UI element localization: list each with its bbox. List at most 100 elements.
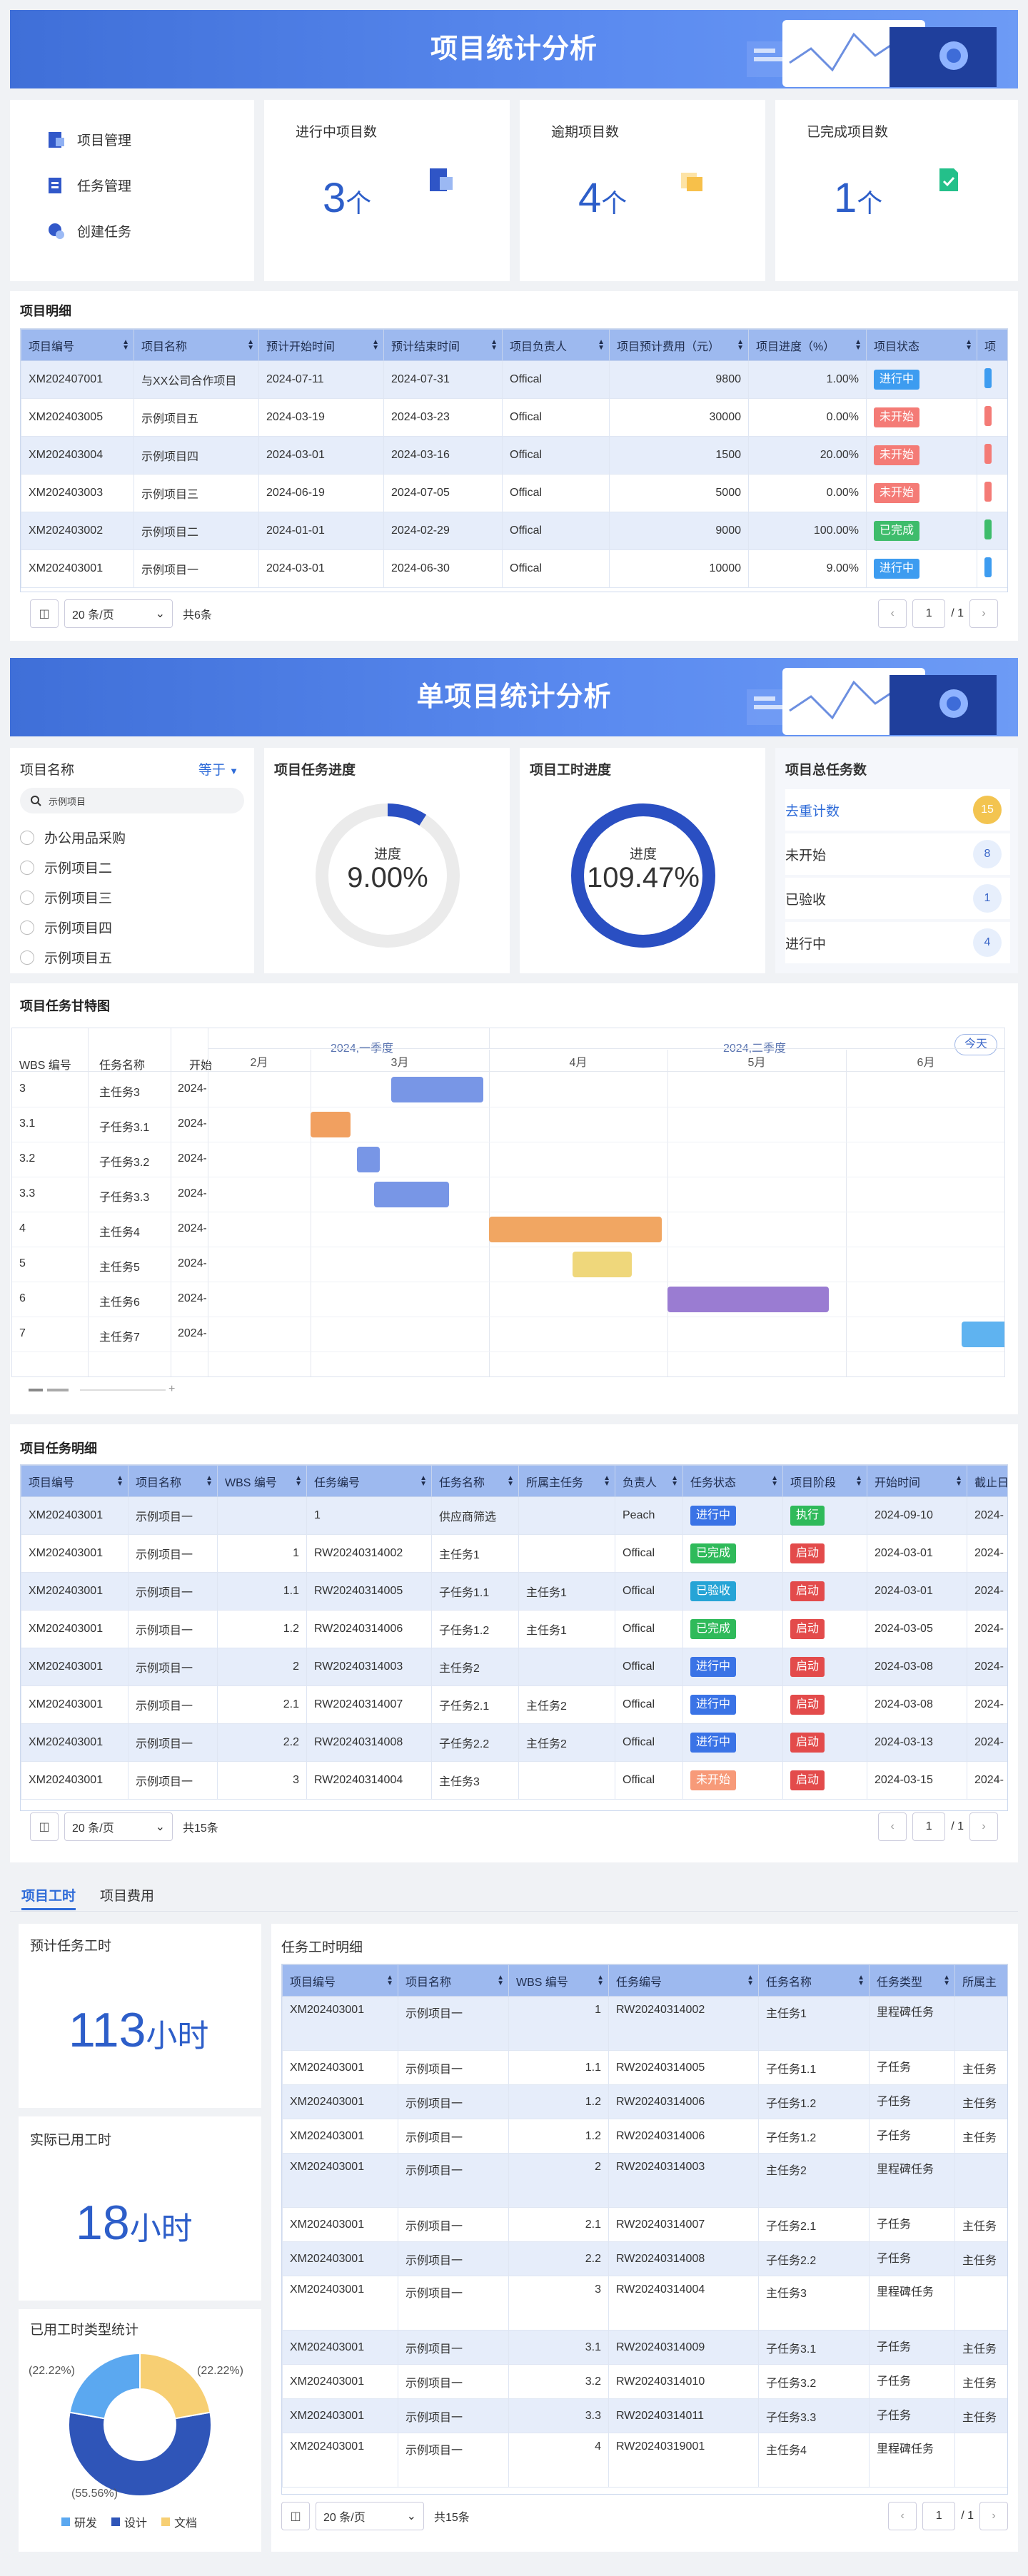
sort-icon[interactable]: ▲ ▼ xyxy=(507,1475,514,1488)
column-header[interactable]: 开始时间 ▲ ▼ xyxy=(867,1465,967,1497)
column-header[interactable]: 负责人 ▲ ▼ xyxy=(615,1465,683,1497)
table-row[interactable]: XM202403001 示例项目一 2024-03-01 2024-06-30 Offi… xyxy=(21,549,1007,588)
sort-icon[interactable]: ▲ ▼ xyxy=(497,1974,504,1987)
column-header[interactable]: 任务名称 ▲ ▼ xyxy=(758,1964,870,1997)
table-row[interactable]: XM202403001 示例项目一 2 RW20240314003 主任务2 里程碑任务 xyxy=(282,2153,1007,2208)
next-page-button[interactable]: › xyxy=(969,1812,998,1841)
sort-icon[interactable]: ▲ ▼ xyxy=(247,339,254,352)
sort-icon[interactable]: ▲ ▼ xyxy=(737,339,744,352)
next-page-button[interactable]: › xyxy=(969,599,998,628)
menu-item-project-management[interactable]: 项目管理 xyxy=(47,130,131,149)
table-row[interactable]: XM202403001 示例项目一 4 RW20240319001 主任务4 里程碑任务 xyxy=(282,2433,1007,2488)
page-size-select[interactable]: 20 条/页 ⌄ xyxy=(64,599,173,628)
gantt-bar[interactable] xyxy=(356,1147,380,1172)
table-row[interactable]: XM202403001 示例项目一 3 RW20240314004 主任务3 Offica… xyxy=(21,1761,1007,1800)
table-row[interactable]: XM202403001 示例项目一 1 RW20240314002 主任务1 里程碑任务 xyxy=(282,1996,1007,2051)
table-row[interactable]: XM202403004 示例项目四 2024-03-01 2024-03-16 Offi… xyxy=(21,436,1007,475)
menu-item-create-task[interactable]: 创建任务 xyxy=(47,221,131,240)
column-header[interactable]: 项目负责人 ▲ ▼ xyxy=(502,329,610,361)
sort-icon[interactable]: ▲ ▼ xyxy=(386,1974,393,1987)
table-row[interactable]: XM202403003 示例项目三 2024-06-19 2024-07-05 Offi… xyxy=(21,474,1007,512)
sort-icon[interactable]: ▲ ▼ xyxy=(747,1974,754,1987)
table-row[interactable]: XM202403001 示例项目一 1.2 RW20240314006 子任务1.2 主任… xyxy=(21,1610,1007,1648)
sort-icon[interactable]: ▲ ▼ xyxy=(420,1475,427,1488)
column-header[interactable]: 截止日 xyxy=(967,1465,1007,1497)
table-row[interactable]: XM202403001 示例项目一 1.1 RW20240314005 子任务1.1 主任… xyxy=(21,1572,1007,1611)
sort-icon[interactable]: ▲ ▼ xyxy=(855,339,862,352)
project-option[interactable]: 示例项目三 xyxy=(20,888,112,907)
column-header[interactable]: 项目名称 ▲ ▼ xyxy=(133,329,259,361)
sort-icon[interactable]: ▲ ▼ xyxy=(603,1475,610,1488)
column-header[interactable]: 项目预计费用（元） ▲ ▼ xyxy=(609,329,749,361)
prev-page-button[interactable]: ‹ xyxy=(888,2502,917,2530)
table-row[interactable]: XM202403001 示例项目一 1 RW20240314002 主任务1 Offica… xyxy=(21,1534,1007,1573)
project-option[interactable]: 示例项目四 xyxy=(20,918,112,937)
gantt-bar[interactable] xyxy=(667,1287,829,1312)
table-row[interactable]: XM202403001 示例项目一 1.1 RW20240314005 子任务1.1 子任… xyxy=(282,2050,1007,2085)
table-row[interactable]: XM202403001 示例项目一 1.2 RW20240314006 子任务1.2 子任… xyxy=(282,2084,1007,2119)
filter-operator-select[interactable]: 等于 ▼ xyxy=(198,759,238,779)
table-row[interactable]: XM202403001 示例项目一 1.2 RW20240314006 子任务1.2 子任… xyxy=(282,2119,1007,2154)
table-row[interactable]: XM202407001 与XX公司合作项目 2024-07-11 2024-07-31… xyxy=(21,360,1007,399)
tab-project-cost[interactable]: 项目费用 xyxy=(100,1885,154,1905)
gantt-bar[interactable] xyxy=(489,1217,662,1242)
table-row[interactable]: XM202403001 示例项目一 3.3 RW20240314011 子任务3.3 子任… xyxy=(282,2398,1007,2433)
sort-icon[interactable]: ▲ ▼ xyxy=(206,1475,213,1488)
gantt-bar[interactable] xyxy=(572,1252,632,1277)
sort-icon[interactable]: ▲ ▼ xyxy=(597,1974,604,1987)
table-row[interactable]: XM202403001 示例项目一 2.2 RW20240314008 子任务2.2 主任… xyxy=(21,1723,1007,1762)
sort-icon[interactable]: ▲ ▼ xyxy=(598,339,605,352)
sort-icon[interactable]: ▲ ▼ xyxy=(671,1475,678,1488)
column-toggle-button[interactable]: ◫ xyxy=(30,1812,59,1841)
menu-item-task-management[interactable]: 任务管理 xyxy=(47,176,131,195)
gantt-bar[interactable] xyxy=(962,1322,1004,1347)
gantt-bar[interactable] xyxy=(390,1077,483,1102)
pie-slice-design[interactable] xyxy=(68,2411,212,2497)
prev-page-button[interactable]: ‹ xyxy=(878,1812,907,1841)
table-row[interactable]: XM202403001 示例项目一 2.1 RW20240314007 子任务2.1 子任… xyxy=(282,2207,1007,2242)
column-header[interactable]: 任务编号 ▲ ▼ xyxy=(306,1465,432,1497)
sort-icon[interactable]: ▲ ▼ xyxy=(943,1974,950,1987)
gantt-scrollbar[interactable]: + xyxy=(29,1383,175,1395)
next-page-button[interactable]: › xyxy=(979,2502,1008,2530)
table-row[interactable]: XM202403001 示例项目一 2.2 RW20240314008 子任务2.2 子任… xyxy=(282,2241,1007,2276)
page-size-select[interactable]: 20 条/页 ⌄ xyxy=(316,2502,424,2530)
column-header[interactable]: 预计结束时间 ▲ ▼ xyxy=(383,329,503,361)
table-row[interactable]: XM202403001 示例项目一 3 RW20240314004 主任务3 里程碑任务 xyxy=(282,2276,1007,2331)
column-header[interactable]: 项目进度（%） ▲ ▼ xyxy=(748,329,867,361)
table-row[interactable]: XM202403001 示例项目一 3.2 RW20240314010 子任务3.2 子任… xyxy=(282,2364,1007,2399)
project-option[interactable]: 示例项目二 xyxy=(20,858,112,877)
table-row[interactable]: XM202403001 示例项目一 1 供应商筛选 Peach 进行中 执行 2024-09-… xyxy=(21,1496,1007,1535)
column-header[interactable]: 任务状态 ▲ ▼ xyxy=(682,1465,783,1497)
page-input[interactable]: 1 xyxy=(912,1812,946,1841)
table-row[interactable]: XM202403002 示例项目二 2024-01-01 2024-02-29 Offi… xyxy=(21,512,1007,550)
sort-icon[interactable]: ▲ ▼ xyxy=(771,1475,778,1488)
sort-icon[interactable]: ▲ ▼ xyxy=(955,1475,962,1488)
pie-slice-dev[interactable] xyxy=(69,2352,141,2420)
column-header[interactable]: 项目阶段 ▲ ▼ xyxy=(782,1465,867,1497)
column-header[interactable]: WBS 编号 ▲ ▼ xyxy=(508,1964,609,1997)
sort-icon[interactable]: ▲ ▼ xyxy=(855,1475,862,1488)
table-row[interactable]: XM202403001 示例项目一 2 RW20240314003 主任务2 Offica… xyxy=(21,1648,1007,1686)
column-header[interactable]: 项目编号 ▲ ▼ xyxy=(21,329,134,361)
sort-icon[interactable]: ▲ ▼ xyxy=(372,339,379,352)
sort-icon[interactable]: ▲ ▼ xyxy=(965,339,972,352)
page-size-select[interactable]: 20 条/页 ⌄ xyxy=(64,1812,173,1841)
column-header[interactable]: 任务类型 ▲ ▼ xyxy=(869,1964,955,1997)
prev-page-button[interactable]: ‹ xyxy=(878,599,907,628)
table-row[interactable]: XM202403001 示例项目一 2.1 RW20240314007 子任务2.1 主任… xyxy=(21,1685,1007,1724)
sort-icon[interactable]: ▲ ▼ xyxy=(857,1974,865,1987)
sort-icon[interactable]: ▲ ▼ xyxy=(116,1475,124,1488)
column-header[interactable]: WBS 编号 ▲ ▼ xyxy=(217,1465,307,1497)
column-header[interactable]: 项目状态 ▲ ▼ xyxy=(866,329,977,361)
project-search-input[interactable]: 示例项目 xyxy=(20,788,244,813)
pie-slice-doc[interactable] xyxy=(139,2352,211,2420)
page-input[interactable]: 1 xyxy=(922,2502,956,2530)
column-header[interactable]: 任务名称 ▲ ▼ xyxy=(431,1465,519,1497)
column-header[interactable]: 项目编号 ▲ ▼ xyxy=(282,1964,398,1997)
gantt-bar[interactable] xyxy=(311,1112,351,1137)
zoom-in-icon[interactable]: + xyxy=(168,1383,175,1396)
project-option[interactable]: 示例项目五 xyxy=(20,948,112,967)
column-toggle-button[interactable]: ◫ xyxy=(281,2502,310,2530)
column-header[interactable]: 所属主任务 ▲ ▼ xyxy=(518,1465,615,1497)
